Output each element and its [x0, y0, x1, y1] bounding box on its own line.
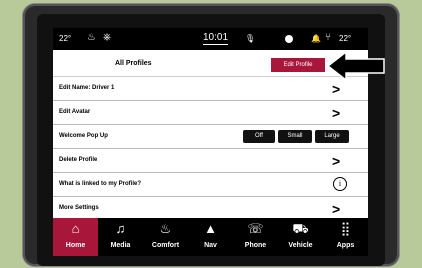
- bottom-nav: ⌂ Home ♫ Media ♨ Comfort ▲ Nav ☏ Phone ⛟…: [53, 218, 368, 256]
- nav-label: Phone: [244, 242, 267, 249]
- nav-comfort[interactable]: ♨ Comfort: [143, 218, 188, 256]
- callout-arrow-icon: [326, 50, 385, 82]
- navigation-arrow-icon: ▲: [204, 221, 217, 236]
- phone-icon: ☏: [247, 221, 264, 236]
- nav-phone[interactable]: ☏ Phone: [233, 218, 278, 256]
- nav-nav[interactable]: ▲ Nav: [188, 218, 233, 256]
- welcome-popup-row: Welcome Pop Up Off Small Large: [53, 125, 368, 149]
- more-settings-row[interactable]: More Settings >: [53, 197, 368, 217]
- microphone-icon: 🎙: [245, 34, 256, 43]
- status-bar: 22° ♨ ⎈ 10:01 🎙 🔔 ⑂ 22°: [53, 28, 368, 50]
- profile-tabs: All Profiles Edit Profile: [53, 54, 368, 77]
- nav-label: Comfort: [151, 242, 180, 249]
- linked-profile-label: What is linked to my Profile?: [59, 181, 142, 187]
- heated-steering-icon[interactable]: ♨: [87, 32, 96, 43]
- nav-home[interactable]: ⌂ Home: [53, 218, 98, 256]
- clock: 10:01: [203, 32, 229, 45]
- nav-apps[interactable]: ⣿ Apps: [323, 218, 368, 256]
- info-icon[interactable]: i: [333, 177, 347, 191]
- option-small-button[interactable]: Small: [278, 130, 312, 143]
- nav-label: Media: [110, 242, 131, 249]
- more-settings-label: More Settings: [59, 205, 99, 211]
- chevron-right-icon[interactable]: >: [332, 105, 340, 121]
- edit-name-row[interactable]: Edit Name: Driver 1 >: [53, 77, 368, 101]
- nav-label: Apps: [336, 242, 355, 249]
- apps-grid-icon: ⣿: [340, 221, 351, 236]
- tab-all-profiles[interactable]: All Profiles: [115, 60, 152, 67]
- home-icon: ⌂: [71, 221, 80, 236]
- passenger-temperature[interactable]: 22°: [339, 34, 351, 43]
- notification-bell-icon[interactable]: 🔔: [311, 34, 321, 43]
- option-large-button[interactable]: Large: [315, 130, 349, 143]
- driver-temperature[interactable]: 22°: [59, 34, 71, 43]
- car-icon: ⛟: [292, 221, 309, 236]
- welcome-popup-options: Off Small Large: [243, 130, 353, 143]
- delete-profile-row[interactable]: Delete Profile >: [53, 149, 368, 173]
- chevron-right-icon[interactable]: >: [332, 201, 340, 217]
- nav-media[interactable]: ♫ Media: [98, 218, 143, 256]
- chevron-right-icon[interactable]: >: [332, 81, 340, 97]
- edit-name-label: Edit Name: Driver 1: [59, 85, 115, 91]
- steering-wheel-icon[interactable]: ⎈: [103, 32, 111, 43]
- delete-profile-label: Delete Profile: [59, 157, 98, 163]
- edit-avatar-row[interactable]: Edit Avatar >: [53, 101, 368, 125]
- touchscreen: 22° ♨ ⎈ 10:01 🎙 🔔 ⑂ 22° All Profiles Edi…: [53, 28, 368, 256]
- edit-avatar-label: Edit Avatar: [59, 109, 91, 115]
- seat-icon: ♨: [159, 221, 172, 236]
- welcome-popup-label: Welcome Pop Up: [59, 133, 108, 139]
- chevron-right-icon[interactable]: >: [332, 153, 340, 169]
- nav-label: Home: [65, 242, 86, 249]
- nav-vehicle[interactable]: ⛟ Vehicle: [278, 218, 323, 256]
- seat-heat-icon[interactable]: ⑂: [325, 32, 331, 43]
- tab-edit-profile[interactable]: Edit Profile: [271, 58, 325, 72]
- status-dot: [285, 35, 293, 43]
- option-off-button[interactable]: Off: [243, 130, 275, 143]
- linked-profile-row[interactable]: What is linked to my Profile? i: [53, 173, 368, 197]
- music-note-icon: ♫: [115, 221, 126, 236]
- nav-label: Vehicle: [288, 242, 313, 249]
- nav-label: Nav: [204, 242, 217, 249]
